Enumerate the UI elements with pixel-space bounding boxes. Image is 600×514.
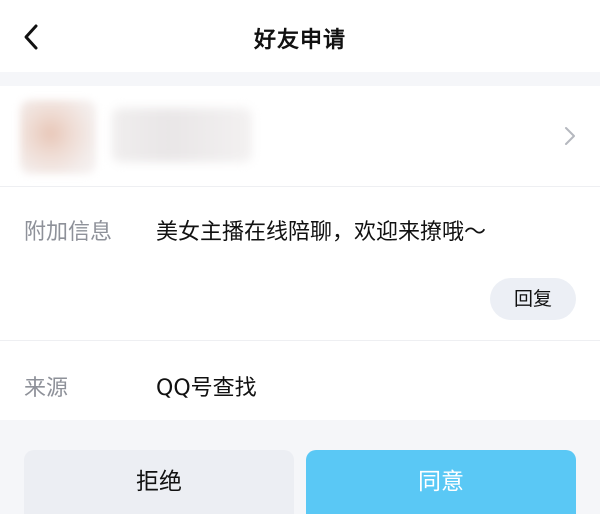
extra-info-value: 美女主播在线陪聊，欢迎来撩哦～ bbox=[156, 220, 487, 245]
accept-button[interactable]: 同意 bbox=[306, 450, 576, 514]
nav-bar: 好友申请 bbox=[0, 0, 600, 72]
requester-profile-row[interactable] bbox=[0, 86, 600, 186]
requester-name-blurred bbox=[112, 108, 252, 162]
source-label: 来源 bbox=[24, 376, 69, 401]
reject-button[interactable]: 拒绝 bbox=[24, 450, 294, 514]
divider bbox=[0, 186, 600, 187]
avatar[interactable] bbox=[20, 100, 96, 174]
source-value: QQ号查找 bbox=[156, 376, 257, 401]
reply-button[interactable]: 回复 bbox=[490, 278, 576, 320]
chevron-right-icon[interactable] bbox=[564, 126, 576, 146]
page-title: 好友申请 bbox=[253, 28, 346, 53]
divider bbox=[0, 340, 600, 341]
request-card: 附加信息 美女主播在线陪聊，欢迎来撩哦～ 回复 来源 QQ号查找 bbox=[0, 86, 600, 420]
extra-info-label: 附加信息 bbox=[24, 220, 113, 245]
